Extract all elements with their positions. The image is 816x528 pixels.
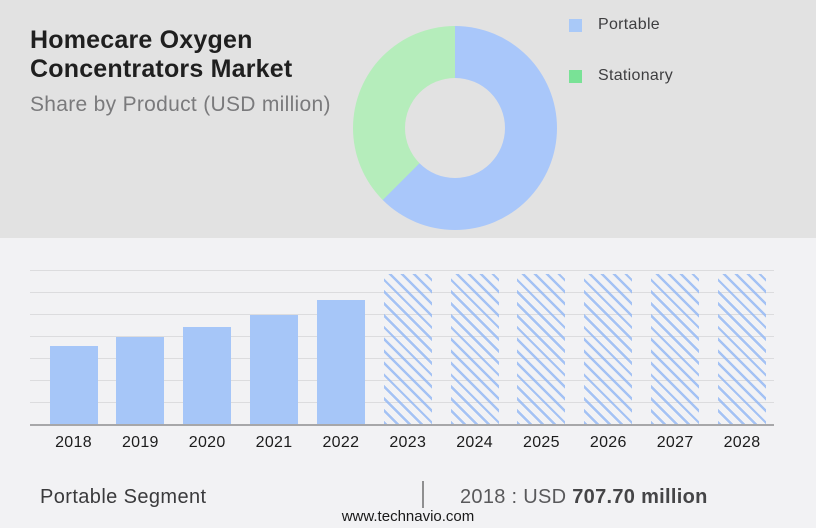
bar-2021	[250, 315, 299, 424]
segment-label: Portable Segment	[40, 486, 207, 508]
donut-legend: Portable Stationary	[569, 13, 673, 115]
bar-2020	[183, 327, 232, 424]
gridline	[30, 270, 774, 271]
bar-plot	[30, 270, 774, 426]
value-bold: 707.70 million	[572, 486, 708, 508]
x-label-2023: 2023	[389, 434, 427, 451]
bar-chart-section: 2018 2019 2020 2021 2022 2023 2024 2025 2026 2027…	[0, 238, 816, 528]
x-label-2027: 2027	[656, 434, 694, 451]
legend-swatch-icon	[569, 69, 582, 83]
infographic-canvas: Homecare Oxygen Concentrators Market Sha…	[0, 0, 816, 528]
header-section: Homecare Oxygen Concentrators Market Sha…	[0, 0, 816, 238]
x-label-2028: 2028	[723, 434, 761, 451]
bar-2027	[651, 274, 700, 424]
bar-2026	[584, 274, 633, 424]
bar-2023	[383, 274, 432, 424]
legend-item-portable: Portable	[569, 13, 673, 37]
bar-2028	[718, 274, 766, 424]
value-prefix: 2018 : USD	[460, 486, 573, 508]
x-label-2026: 2026	[589, 434, 627, 451]
footer-divider	[422, 481, 424, 508]
x-label-2018: 2018	[55, 434, 92, 451]
x-axis-labels: 2018 2019 2020 2021 2022 2023 2024 2025 2026 2027…	[30, 434, 774, 454]
segment-value: 2018 : USD 707.70 million	[460, 486, 708, 509]
x-label-2020: 2020	[188, 434, 226, 451]
legend-swatch-icon	[569, 18, 582, 32]
page-subtitle: Share by Product (USD million)	[30, 93, 331, 116]
title-block: Homecare Oxygen Concentrators Market Sha…	[30, 26, 340, 117]
x-label-2019: 2019	[121, 434, 159, 451]
x-label-2025: 2025	[523, 434, 560, 451]
legend-item-stationary: Stationary	[569, 64, 673, 88]
bar-2022	[316, 300, 365, 424]
bar-2024	[450, 274, 499, 424]
page-title-line2: Concentrators Market	[30, 55, 293, 83]
legend-label: Portable	[598, 16, 660, 33]
donut-chart	[353, 26, 557, 230]
page-title-line1: Homecare Oxygen	[30, 26, 253, 54]
bar-2025	[517, 274, 566, 424]
x-label-2024: 2024	[456, 434, 493, 451]
website-link: www.technavio.com	[341, 508, 475, 525]
bar-2019	[116, 337, 165, 424]
x-label-2021: 2021	[255, 434, 293, 451]
bar-2018	[49, 346, 98, 424]
donut-hole	[405, 78, 505, 178]
x-label-2022: 2022	[322, 434, 360, 451]
legend-label: Stationary	[598, 67, 674, 84]
